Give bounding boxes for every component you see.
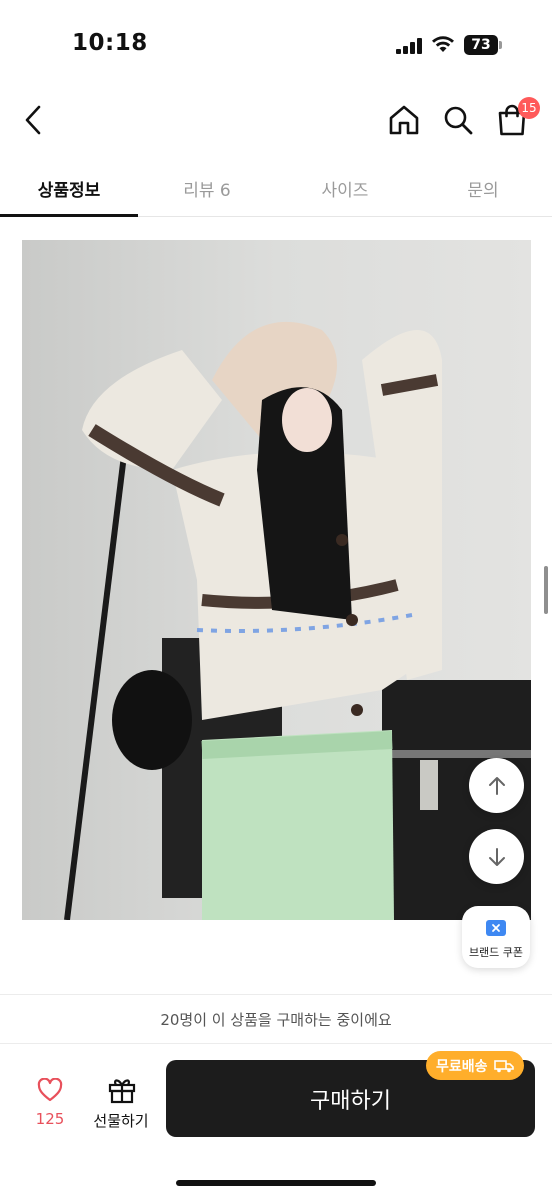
- arrow-down-icon: [488, 847, 505, 866]
- tab-product-info[interactable]: 상품정보: [0, 160, 138, 217]
- coupon-icon: [486, 920, 506, 936]
- gift-button[interactable]: 선물하기: [88, 1074, 154, 1134]
- home-icon: [389, 105, 419, 135]
- coupon-label: 브랜드 쿠폰: [468, 946, 524, 959]
- home-indicator: [176, 1180, 376, 1186]
- search-button[interactable]: [436, 98, 480, 142]
- wifi-icon: [432, 36, 454, 52]
- battery-icon: 73: [464, 35, 502, 55]
- truck-icon: [493, 1059, 514, 1072]
- top-nav: [0, 90, 552, 150]
- back-button[interactable]: [12, 98, 56, 142]
- signal-icon: [396, 38, 424, 54]
- brand-coupon-button[interactable]: 브랜드 쿠폰: [462, 906, 530, 968]
- tab-size[interactable]: 사이즈: [276, 160, 414, 216]
- free-shipping-badge: 무료배송: [426, 1051, 524, 1080]
- tab-inquiry[interactable]: 문의: [414, 160, 552, 216]
- product-photo-illustration: [22, 240, 531, 920]
- product-photo: [22, 240, 531, 920]
- status-time: 10:18: [72, 30, 148, 56]
- chevron-left-icon: [25, 105, 41, 135]
- battery-level: 73: [471, 37, 491, 53]
- wishlist-count: 125: [35, 1110, 65, 1128]
- scroll-up-button[interactable]: [469, 758, 524, 813]
- product-tabs: 상품정보 리뷰 6 사이즈 문의: [0, 160, 552, 217]
- scrollbar-thumb[interactable]: [544, 566, 548, 614]
- scroll-down-button[interactable]: [469, 829, 524, 884]
- wishlist-button[interactable]: 125: [22, 1074, 78, 1134]
- free-shipping-label: 무료배송: [436, 1058, 488, 1075]
- gift-icon: [108, 1079, 136, 1104]
- search-icon: [444, 106, 473, 135]
- home-button[interactable]: [382, 98, 426, 142]
- gift-label: 선물하기: [93, 1112, 149, 1130]
- cart-count-badge: 15: [518, 97, 540, 119]
- arrow-up-icon: [488, 776, 505, 795]
- tab-reviews[interactable]: 리뷰 6: [138, 160, 276, 216]
- purchase-notice: 20명이 이 상품을 구매하는 중이에요: [0, 994, 552, 1044]
- status-bar: 10:18 73: [0, 0, 552, 90]
- heart-icon: [37, 1078, 63, 1102]
